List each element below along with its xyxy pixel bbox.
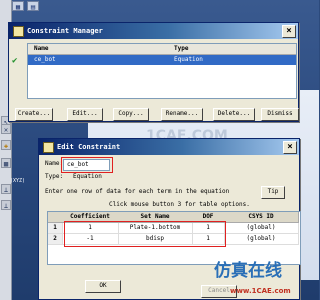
highlight-table-entries	[64, 221, 226, 247]
create-button[interactable]: Create...	[15, 108, 53, 121]
table-hint: Click mouse button 3 for table options.	[109, 201, 250, 208]
delete-button[interactable]: Delete...	[213, 108, 255, 121]
csys-cell[interactable]: (global)	[224, 223, 299, 234]
constraint-manager-title: Constraint Manager	[27, 27, 103, 35]
constraint-row[interactable]: ✔ ce_bot Equation	[12, 55, 296, 66]
constraint-name: ce_bot	[34, 56, 56, 63]
type-label: Type:	[45, 173, 64, 180]
axis-icon[interactable]: ⊥	[1, 184, 11, 194]
toolbar-tree-icon[interactable]: ▤	[27, 1, 39, 11]
constraint-list[interactable]: Name Type ✔ ce_bot Equation	[12, 43, 297, 99]
close-button[interactable]: ×	[283, 141, 297, 154]
axis-label: (XYZ)	[10, 178, 26, 184]
edit-button[interactable]: Edit...	[67, 108, 103, 121]
coupling-icon[interactable]: ▩	[1, 158, 11, 168]
tip-button[interactable]: Tip	[261, 186, 285, 199]
row-index: 1	[48, 223, 63, 234]
toolbar-module-icon[interactable]: ▦	[12, 1, 24, 11]
column-name: Name	[34, 45, 49, 52]
close-button[interactable]: ×	[282, 25, 296, 38]
constraint-manager-window: Constraint Manager × Name Type ✔ ce_bot …	[8, 22, 299, 122]
edit-constraint-titlebar: Edit Constraint ×	[39, 139, 299, 155]
dismiss-button[interactable]: Dismiss	[261, 108, 299, 121]
constraint-type: Equation	[174, 56, 203, 63]
ok-button[interactable]: OK	[85, 280, 121, 293]
window-icon	[13, 26, 24, 37]
watermark-site: www.1CAE.com	[230, 287, 291, 295]
table-corner	[48, 212, 63, 223]
row-index: 2	[48, 234, 63, 245]
close-tool-icon[interactable]: ✕	[1, 124, 11, 134]
column-csys: CSYS ID	[224, 212, 299, 223]
tie-icon[interactable]: ⟂	[1, 200, 11, 210]
csys-cell[interactable]: (global)	[224, 234, 299, 245]
constraint-icon[interactable]: ✚	[1, 140, 11, 150]
window-icon	[43, 142, 54, 153]
highlight-name-box	[61, 157, 113, 173]
edit-constraint-title: Edit Constraint	[57, 143, 121, 151]
check-icon: ✔	[12, 56, 18, 66]
type-value: Equation	[73, 173, 102, 180]
instruction-text: Enter one row of data for each term in t…	[45, 188, 230, 195]
constraint-manager-titlebar: Constraint Manager ×	[9, 23, 298, 39]
rename-button[interactable]: Rename...	[161, 108, 203, 121]
watermark-chinese: 仿真在线	[214, 261, 282, 281]
constraint-list-header: Name Type	[28, 44, 296, 55]
copy-button[interactable]: Copy...	[113, 108, 149, 121]
column-type: Type	[174, 45, 189, 52]
